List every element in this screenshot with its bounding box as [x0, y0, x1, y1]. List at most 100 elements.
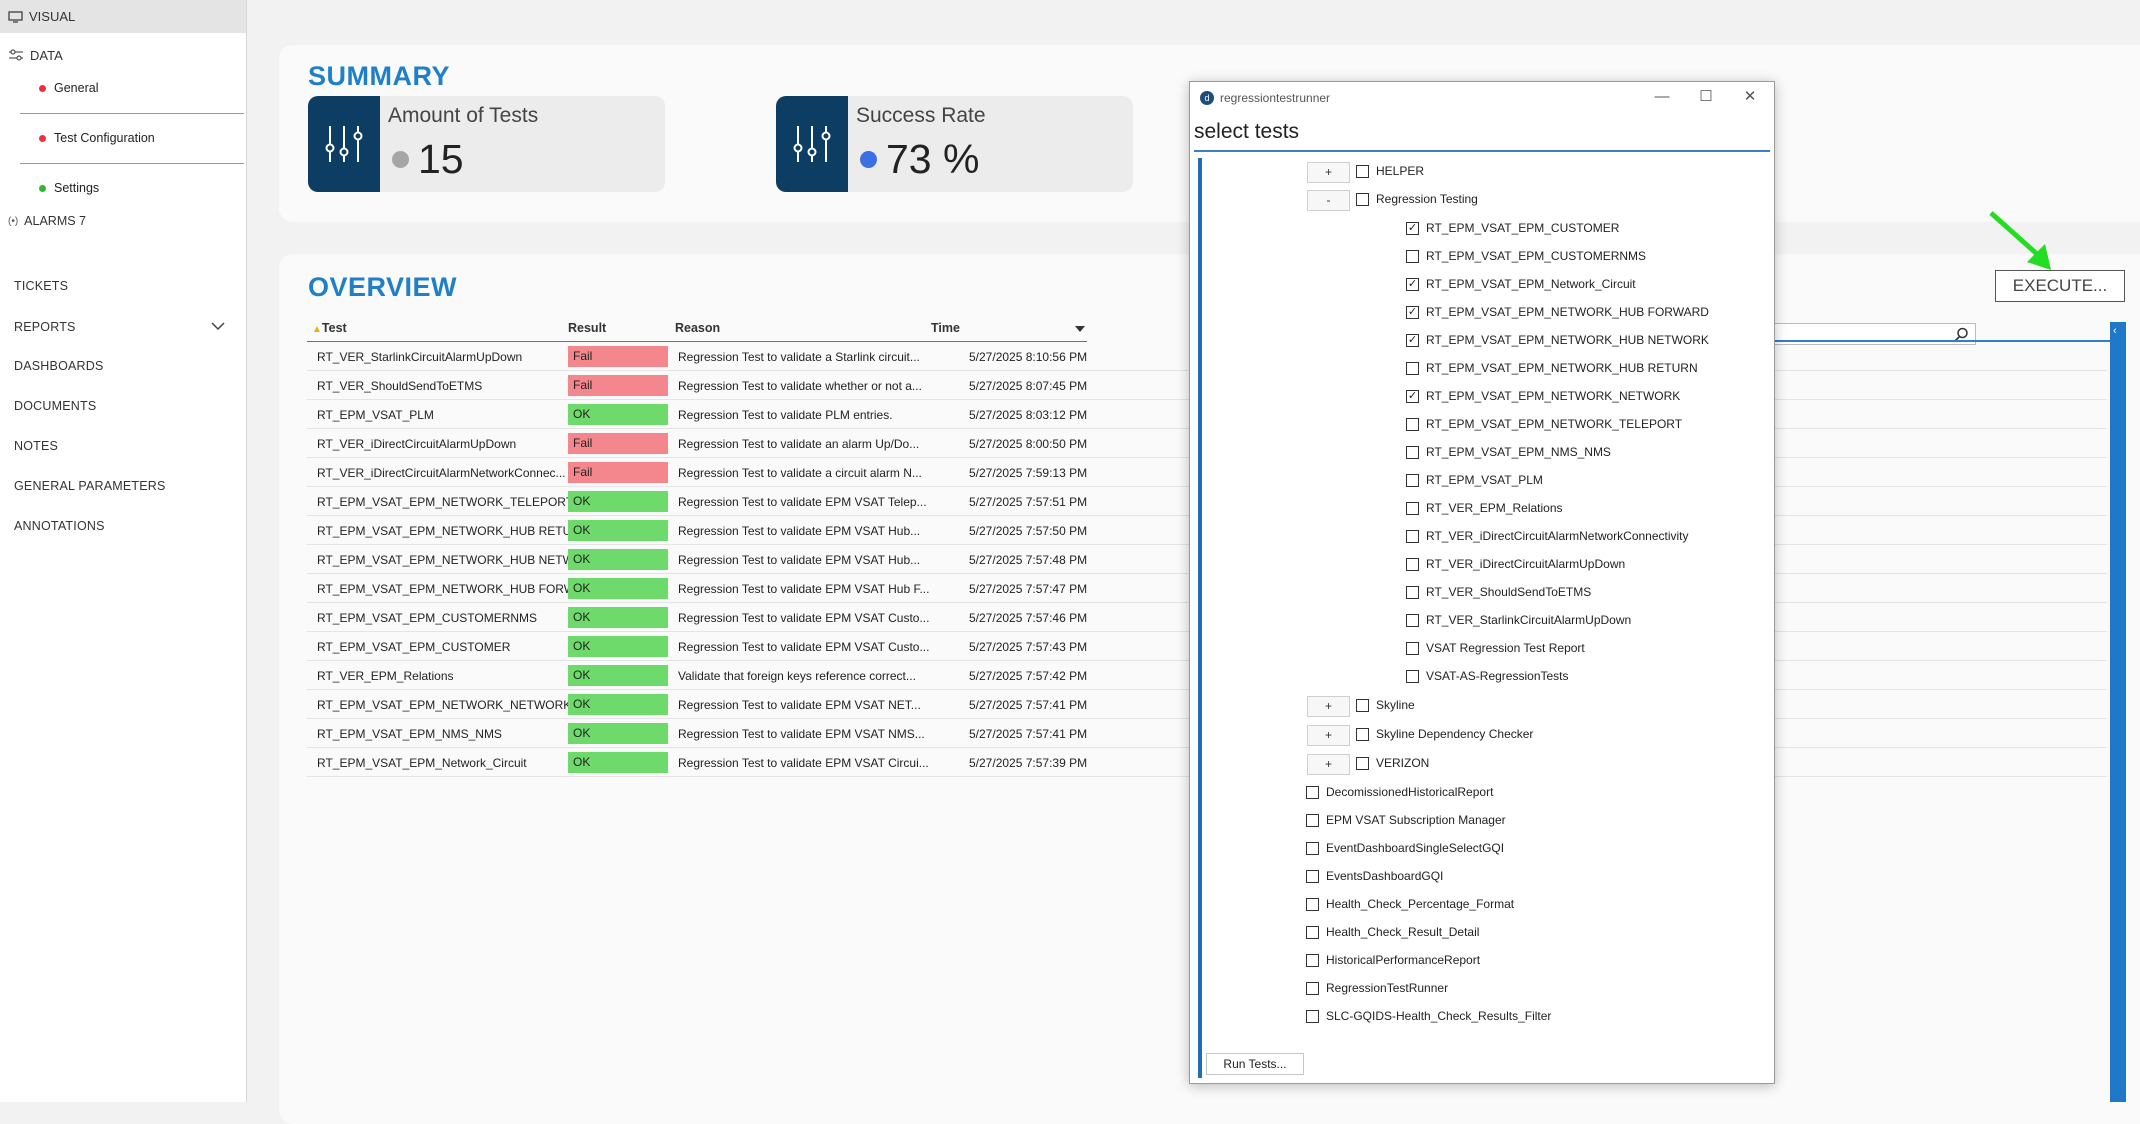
tree-item-label[interactable]: VSAT-AS-RegressionTests [1426, 669, 1569, 683]
tree-item-label[interactable]: DecomissionedHistoricalReport [1326, 785, 1493, 799]
tree-group-label[interactable]: Skyline Dependency Checker [1376, 727, 1533, 741]
tree-group-label[interactable]: VERIZON [1376, 756, 1429, 770]
collapse-panel-bar[interactable]: ‹ [2110, 322, 2126, 1102]
test-checkbox[interactable] [1406, 502, 1419, 515]
tree-item-label[interactable]: RT_EPM_VSAT_EPM_CUSTOMERNMS [1426, 249, 1646, 263]
tree-group-label[interactable]: Regression Testing [1376, 192, 1478, 206]
test-checkbox[interactable] [1306, 814, 1319, 827]
tree-item-label[interactable]: RT_EPM_VSAT_EPM_CUSTOMER [1426, 221, 1619, 235]
tree-item-label[interactable]: RegressionTestRunner [1326, 981, 1448, 995]
test-checkbox[interactable] [1306, 1010, 1319, 1023]
column-header-result[interactable]: Result [568, 321, 606, 335]
tree-item-label[interactable]: RT_EPM_VSAT_EPM_NETWORK_HUB FORWARD [1426, 305, 1709, 319]
tree-item-label[interactable]: EventsDashboardGQI [1326, 869, 1443, 883]
test-checkbox[interactable] [1356, 757, 1369, 770]
test-checkbox[interactable] [1306, 926, 1319, 939]
test-checkbox[interactable] [1406, 558, 1419, 571]
result-badge: Fail [568, 346, 668, 367]
chevron-left-icon[interactable]: ‹ [2113, 325, 2117, 337]
tree-item-label[interactable]: SLC-GQIDS-Health_Check_Results_Filter [1326, 1009, 1551, 1023]
test-checkbox[interactable] [1356, 699, 1369, 712]
sidebar-item-documents[interactable]: DOCUMENTS [14, 399, 96, 413]
test-checkbox[interactable] [1406, 670, 1419, 683]
tree-item-label[interactable]: RT_VER_iDirectCircuitAlarmUpDown [1426, 557, 1625, 571]
tree-item-label[interactable]: RT_VER_ShouldSendToETMS [1426, 585, 1591, 599]
expand-toggle-button[interactable]: + [1307, 754, 1350, 775]
maximize-icon[interactable]: ☐ [1691, 85, 1721, 109]
sidebar-item-visual[interactable]: VISUAL [0, 0, 246, 33]
test-checkbox[interactable]: ✓ [1406, 222, 1419, 235]
result-badge: OK [568, 752, 668, 773]
sidebar-item-tickets[interactable]: TICKETS [14, 279, 68, 293]
test-checkbox[interactable] [1356, 728, 1369, 741]
tree-item-label[interactable]: RT_EPM_VSAT_EPM_NMS_NMS [1426, 445, 1611, 459]
tree-item-label[interactable]: HistoricalPerformanceReport [1326, 953, 1480, 967]
tree-item-label[interactable]: RT_EPM_VSAT_EPM_Network_Circuit [1426, 277, 1636, 291]
test-checkbox[interactable] [1356, 193, 1369, 206]
test-checkbox[interactable] [1406, 586, 1419, 599]
sidebar-item-notes[interactable]: NOTES [14, 439, 58, 453]
sidebar-item-dashboards[interactable]: DASHBOARDS [14, 359, 104, 373]
column-header-test[interactable]: ▲Test [312, 321, 347, 335]
sidebar-item-reports[interactable]: REPORTS [14, 320, 76, 334]
test-checkbox[interactable] [1406, 614, 1419, 627]
test-checkbox[interactable] [1406, 642, 1419, 655]
cell-time: 5/27/2025 7:57:42 PM [969, 669, 1088, 683]
tree-item-label[interactable]: EPM VSAT Subscription Manager [1326, 813, 1506, 827]
test-checkbox[interactable]: ✓ [1406, 334, 1419, 347]
sidebar-item-annotations[interactable]: ANNOTATIONS [14, 519, 105, 533]
test-checkbox[interactable] [1406, 362, 1419, 375]
test-checkbox[interactable]: ✓ [1406, 278, 1419, 291]
tree-item-label[interactable]: RT_EPM_VSAT_PLM [1426, 473, 1543, 487]
tree-item-label[interactable]: RT_EPM_VSAT_EPM_NETWORK_HUB NETWORK [1426, 333, 1709, 347]
expand-toggle-button[interactable]: + [1307, 696, 1350, 717]
test-checkbox[interactable] [1306, 842, 1319, 855]
column-header-time[interactable]: Time [931, 321, 960, 335]
tree-item-label[interactable]: RT_VER_iDirectCircuitAlarmNetworkConnect… [1426, 529, 1689, 543]
test-checkbox[interactable] [1406, 250, 1419, 263]
sidebar-item-settings[interactable]: Settings [39, 181, 99, 195]
tree-item-label[interactable]: RT_EPM_VSAT_EPM_NETWORK_HUB RETURN [1426, 361, 1698, 375]
tree-group-label[interactable]: HELPER [1376, 164, 1424, 178]
dialog-heading: select tests [1194, 120, 1300, 143]
test-checkbox[interactable] [1406, 530, 1419, 543]
tree-group-label[interactable]: Skyline [1376, 698, 1415, 712]
tree-item-label[interactable]: EventDashboardSingleSelectGQI [1326, 841, 1504, 855]
test-checkbox[interactable] [1306, 870, 1319, 883]
test-checkbox[interactable] [1306, 982, 1319, 995]
test-checkbox[interactable] [1406, 446, 1419, 459]
sidebar-item-test-configuration[interactable]: Test Configuration [39, 131, 155, 145]
tree-item-label[interactable]: Health_Check_Result_Detail [1326, 925, 1479, 939]
chevron-down-icon[interactable] [211, 322, 225, 331]
execute-button[interactable]: EXECUTE... [1995, 270, 2125, 302]
sidebar-item-label: ALARMS 7 [24, 214, 87, 228]
sidebar-item-alarms[interactable]: (•) ALARMS 7 [8, 214, 86, 228]
sidebar-item-general[interactable]: General [39, 81, 98, 95]
result-badge: Fail [568, 462, 668, 483]
tree-item-label[interactable]: RT_EPM_VSAT_EPM_NETWORK_NETWORK [1426, 389, 1680, 403]
sidebar-item-label: General [54, 81, 99, 95]
test-checkbox[interactable] [1356, 165, 1369, 178]
tree-item-label[interactable]: Health_Check_Percentage_Format [1326, 897, 1514, 911]
expand-toggle-button[interactable]: + [1307, 162, 1350, 183]
test-checkbox[interactable] [1406, 418, 1419, 431]
test-checkbox[interactable]: ✓ [1406, 306, 1419, 319]
tree-item-label[interactable]: RT_VER_EPM_Relations [1426, 501, 1563, 515]
dropdown-arrow-icon[interactable] [1075, 326, 1085, 333]
expand-toggle-button[interactable]: - [1307, 190, 1350, 211]
test-checkbox[interactable] [1306, 786, 1319, 799]
sidebar-item-general-parameters[interactable]: GENERAL PARAMETERS [14, 479, 166, 493]
test-checkbox[interactable] [1306, 954, 1319, 967]
minimize-icon[interactable]: — [1647, 85, 1677, 109]
run-tests-button[interactable]: Run Tests... [1206, 1053, 1304, 1075]
test-checkbox[interactable]: ✓ [1406, 390, 1419, 403]
expand-toggle-button[interactable]: + [1307, 725, 1350, 746]
sidebar-item-data[interactable]: DATA [8, 48, 63, 63]
test-checkbox[interactable] [1306, 898, 1319, 911]
column-header-reason[interactable]: Reason [675, 321, 720, 335]
close-icon[interactable]: ✕ [1735, 85, 1765, 109]
tree-item-label[interactable]: RT_EPM_VSAT_EPM_NETWORK_TELEPORT [1426, 417, 1682, 431]
test-checkbox[interactable] [1406, 474, 1419, 487]
tree-item-label[interactable]: RT_VER_StarlinkCircuitAlarmUpDown [1426, 613, 1631, 627]
tree-item-label[interactable]: VSAT Regression Test Report [1426, 641, 1585, 655]
